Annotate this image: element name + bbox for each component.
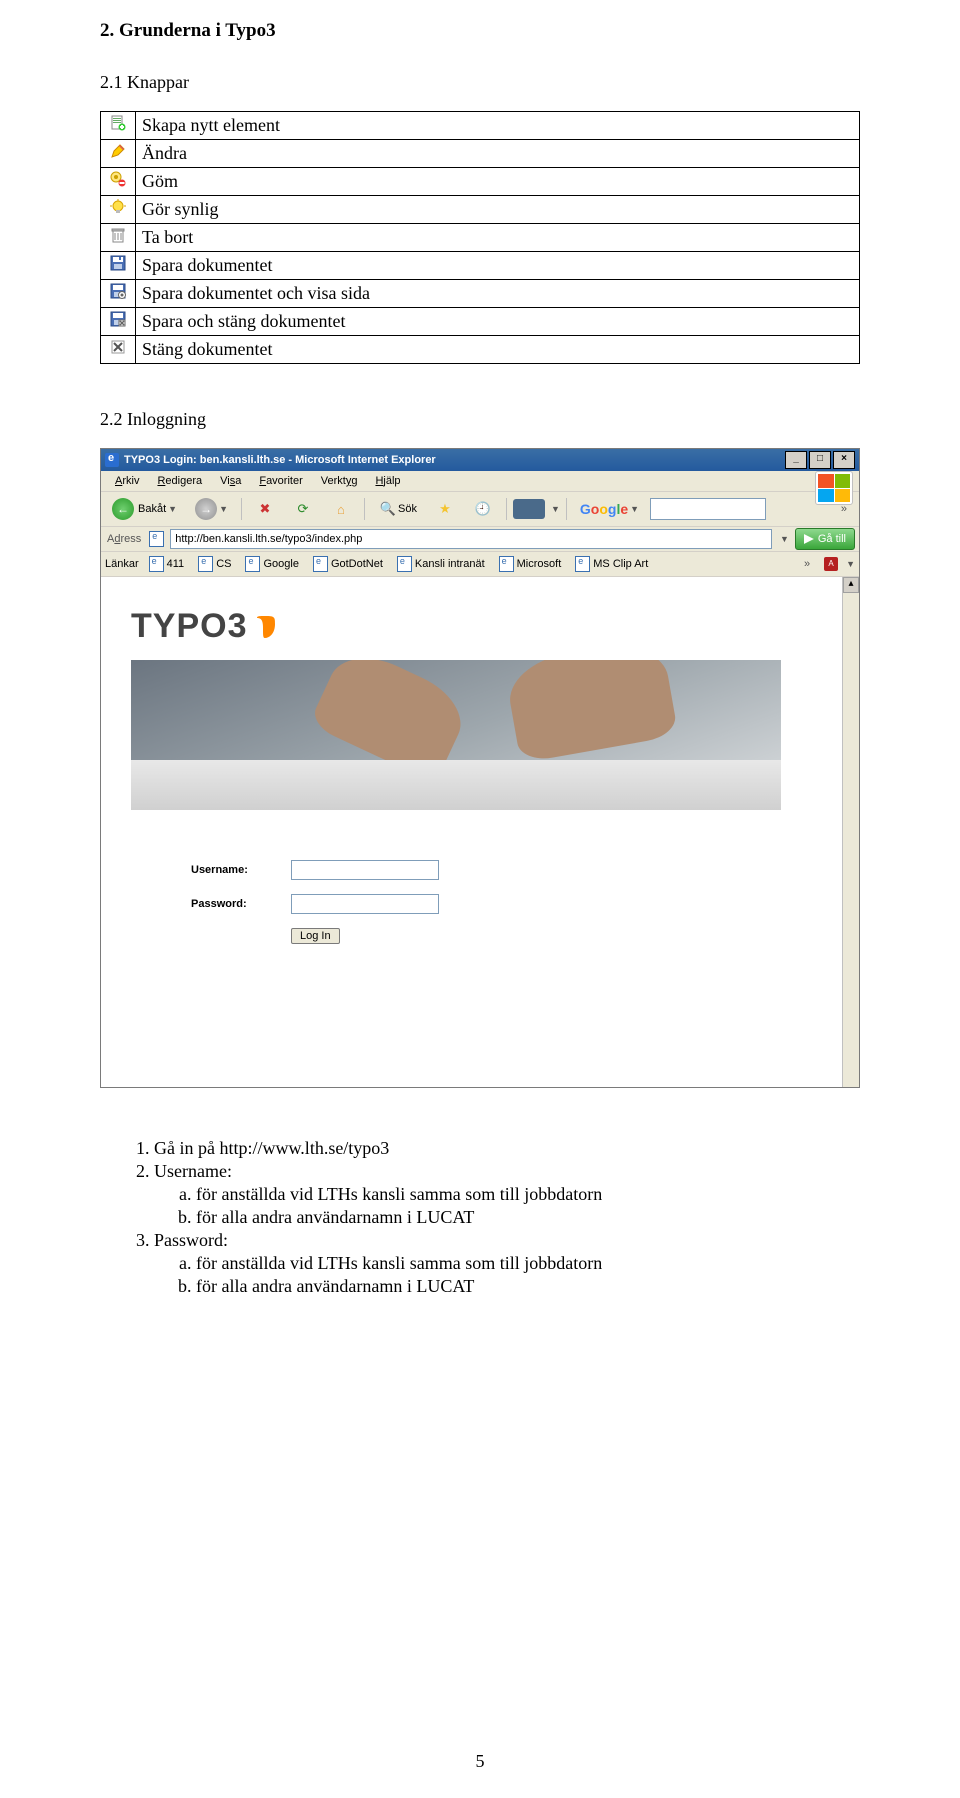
pencil-icon [110,143,126,159]
menu-favoriter[interactable]: Favoriter [251,473,310,489]
link-kansli[interactable]: Kansli intranät [393,556,489,572]
subheading-buttons: 2.1 Knappar [100,72,862,93]
extra-button[interactable] [513,499,545,519]
table-row: Stäng dokumentet [101,336,860,364]
links-label: Länkar [105,558,139,570]
forward-button[interactable]: →▼ [188,495,235,523]
password-input[interactable] [291,894,439,914]
address-dropdown[interactable]: ▼ [780,534,789,544]
link-411[interactable]: 411 [145,556,189,572]
window-title: TYPO3 Login: ben.kansli.lth.se - Microso… [124,454,436,466]
button-label: Spara och stäng dokumentet [136,308,860,336]
link-gotdotnet[interactable]: GotDotNet [309,556,387,572]
home-button[interactable]: ⌂ [324,498,358,520]
history-button[interactable]: 🕘 [466,498,500,520]
buttons-table: Skapa nytt element Ändra Göm Gör synlig … [100,111,860,364]
link-clipart[interactable]: MS Clip Art [571,556,652,572]
menu-verktyg[interactable]: Verktyg [313,473,366,489]
menu-hjalp[interactable]: Hjälp [367,473,408,489]
button-label: Spara dokumentet och visa sida [136,280,860,308]
section-heading: 2. Grunderna i Typo3 [100,20,862,42]
ie-icon [105,453,119,467]
list-item: för alla andra användarnamn i LUCAT [196,1276,862,1297]
table-row: Skapa nytt element [101,112,860,140]
button-label: Stäng dokumentet [136,336,860,364]
page-content: TYPO3 Username: Password: Log In [101,577,859,1087]
hide-icon [110,171,126,187]
back-button[interactable]: ← Bakåt ▼ [105,495,184,523]
address-bar: Adress ▼ Gå till [101,527,859,552]
maximize-button[interactable]: □ [809,451,831,469]
menu-arkiv[interactable]: Arkiv [107,473,147,489]
table-row: Ta bort [101,224,860,252]
scrollbar[interactable] [842,577,859,1087]
typo3-logo: TYPO3 [131,607,839,646]
username-label: Username: [191,864,291,876]
button-label: Ta bort [136,224,860,252]
list-item: för anställda vid LTHs kansli samma som … [196,1184,862,1205]
password-label: Password: [191,898,291,910]
bulb-icon [110,199,126,215]
address-input[interactable] [170,529,772,549]
subheading-login: 2.2 Inloggning [100,409,862,430]
link-google[interactable]: Google [241,556,302,572]
page-icon [149,531,164,547]
list-item: Password: för anställda vid LTHs kansli … [154,1230,862,1297]
link-cs[interactable]: CS [194,556,235,572]
login-button[interactable]: Log In [291,928,340,944]
button-label: Skapa nytt element [136,112,860,140]
table-row: Göm [101,168,860,196]
username-input[interactable] [291,860,439,880]
favorites-button[interactable]: ★ [428,498,462,520]
menu-visa[interactable]: Visa [212,473,249,489]
list-item: Username: för anställda vid LTHs kansli … [154,1161,862,1228]
go-button[interactable]: Gå till [795,528,855,550]
table-row: Spara och stäng dokumentet [101,308,860,336]
save-icon [110,255,126,271]
table-row: Spara dokumentet [101,252,860,280]
address-label: Adress [105,533,143,545]
google-toolbar[interactable]: Google ▼ [573,495,646,523]
menu-redigera[interactable]: Redigera [149,473,210,489]
close-icon [110,339,126,355]
stop-button[interactable]: ✖ [248,498,282,520]
search-button[interactable]: 🔍Sök [371,495,424,523]
window-close-button[interactable]: × [833,451,855,469]
browser-screenshot: TYPO3 Login: ben.kansli.lth.se - Microso… [100,448,860,1088]
windows-flag-icon [815,471,853,505]
list-item: för alla andra användarnamn i LUCAT [196,1207,862,1228]
button-label: Göm [136,168,860,196]
pdf-icon[interactable]: A [824,557,838,571]
window-titlebar: TYPO3 Login: ben.kansli.lth.se - Microso… [101,449,859,471]
hero-image [131,660,781,810]
minimize-button[interactable]: _ [785,451,807,469]
instructions-list: Gå in på http://www.lth.se/typo3 Usernam… [100,1138,862,1297]
links-bar: Länkar 411 CS Google GotDotNet Kansli in… [101,552,859,577]
refresh-button[interactable]: ⟳ [286,498,320,520]
list-item: Gå in på http://www.lth.se/typo3 [154,1138,862,1159]
link-microsoft[interactable]: Microsoft [495,556,566,572]
save-view-icon [110,283,126,299]
links-overflow[interactable]: » [796,558,818,570]
typo3-mark-icon [253,614,279,640]
save-close-icon [110,311,126,327]
menubar: Arkiv Redigera Visa Favoriter Verktyg Hj… [101,471,859,492]
table-row: Ändra [101,140,860,168]
button-label: Gör synlig [136,196,860,224]
login-form: Username: Password: Log In [191,860,839,944]
trash-icon [110,227,126,243]
table-row: Gör synlig [101,196,860,224]
page-number: 5 [476,1751,485,1772]
button-label: Ändra [136,140,860,168]
list-item: för anställda vid LTHs kansli samma som … [196,1253,862,1274]
toolbar: ← Bakåt ▼ →▼ ✖ ⟳ ⌂ 🔍Sök ★ 🕘 ▼ Google ▼ » [101,492,859,527]
google-search-input[interactable] [650,498,766,520]
new-page-icon [110,115,126,131]
button-label: Spara dokumentet [136,252,860,280]
table-row: Spara dokumentet och visa sida [101,280,860,308]
